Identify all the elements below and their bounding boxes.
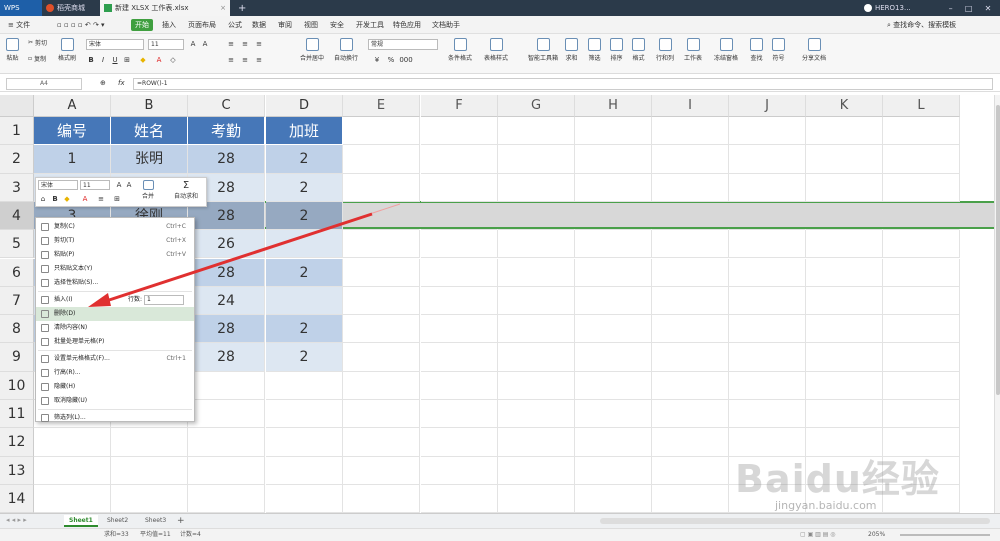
arrow-shaft xyxy=(99,212,373,305)
baidu-watermark: Baidu经验 jingyan.baidu.com xyxy=(735,448,965,518)
status-count: 计数=4 xyxy=(180,531,201,538)
horizontal-scrollbar[interactable] xyxy=(600,518,990,524)
sheet-tab-3[interactable]: Sheet3 xyxy=(140,515,171,527)
status-average: 平均值=11 xyxy=(140,531,171,538)
view-mode-icons[interactable]: ▢ ▣ ▥ ▤ ◎ xyxy=(800,529,836,541)
arrow-head xyxy=(88,293,111,307)
add-sheet-button[interactable]: + xyxy=(172,515,190,527)
sheet-tab-1[interactable]: Sheet1 xyxy=(64,515,98,527)
status-bar: 求和=33 平均值=11 计数=4 ▢ ▣ ▥ ▤ ◎ 205% xyxy=(0,528,1000,541)
sheet-nav-arrows[interactable]: ◂ ◂ ▸ ▸ xyxy=(6,516,27,524)
watermark-brand: Baidu经验 xyxy=(735,457,940,501)
status-sum: 求和=33 xyxy=(104,531,129,538)
zoom-slider[interactable] xyxy=(900,534,990,536)
sheet-tab-2[interactable]: Sheet2 xyxy=(102,515,133,527)
zoom-level[interactable]: 205% xyxy=(868,529,885,541)
